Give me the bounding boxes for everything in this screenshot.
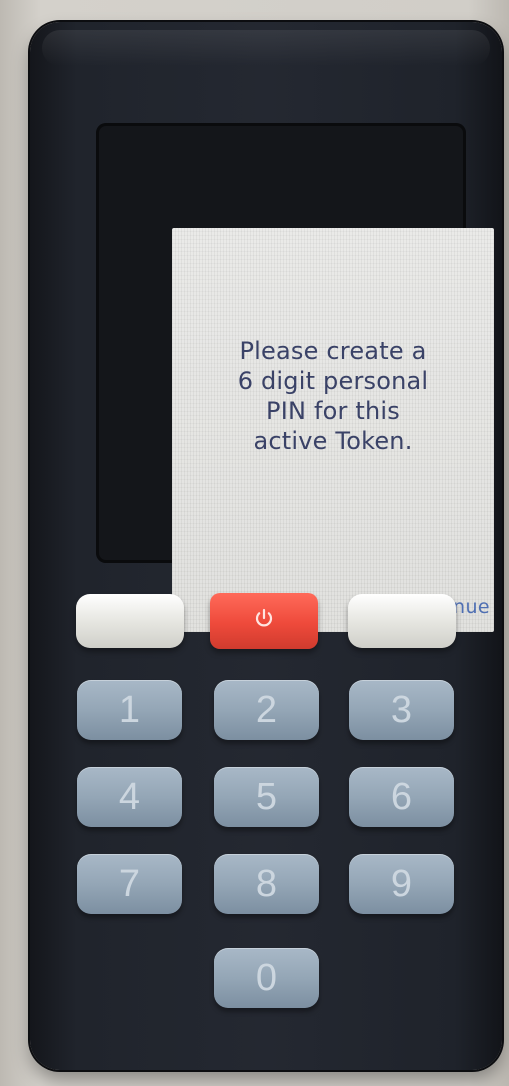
display-screen: Please create a 6 digit personal PIN for… [172, 228, 494, 632]
power-button[interactable] [210, 593, 318, 649]
message-line-2: 6 digit personal [237, 367, 429, 395]
key-7[interactable]: 7 [77, 854, 182, 914]
message-line-3: PIN for this [266, 397, 400, 425]
token-device: Please create a 6 digit personal PIN for… [30, 22, 502, 1070]
key-6[interactable]: 6 [349, 767, 454, 827]
power-icon [252, 607, 276, 635]
key-4[interactable]: 4 [77, 767, 182, 827]
pin-instruction-message: Please create a 6 digit personal PIN for… [186, 336, 480, 456]
message-line-4: active Token. [253, 427, 413, 455]
key-9[interactable]: 9 [349, 854, 454, 914]
key-5[interactable]: 5 [214, 767, 319, 827]
screen-bezel: Please create a 6 digit personal PIN for… [96, 123, 494, 632]
message-line-1: Please create a [239, 337, 427, 365]
key-8[interactable]: 8 [214, 854, 319, 914]
key-3[interactable]: 3 [349, 680, 454, 740]
right-softkey-button[interactable] [348, 594, 456, 648]
left-softkey-button[interactable] [76, 594, 184, 648]
key-1[interactable]: 1 [77, 680, 182, 740]
key-0[interactable]: 0 [214, 948, 319, 1008]
key-2[interactable]: 2 [214, 680, 319, 740]
